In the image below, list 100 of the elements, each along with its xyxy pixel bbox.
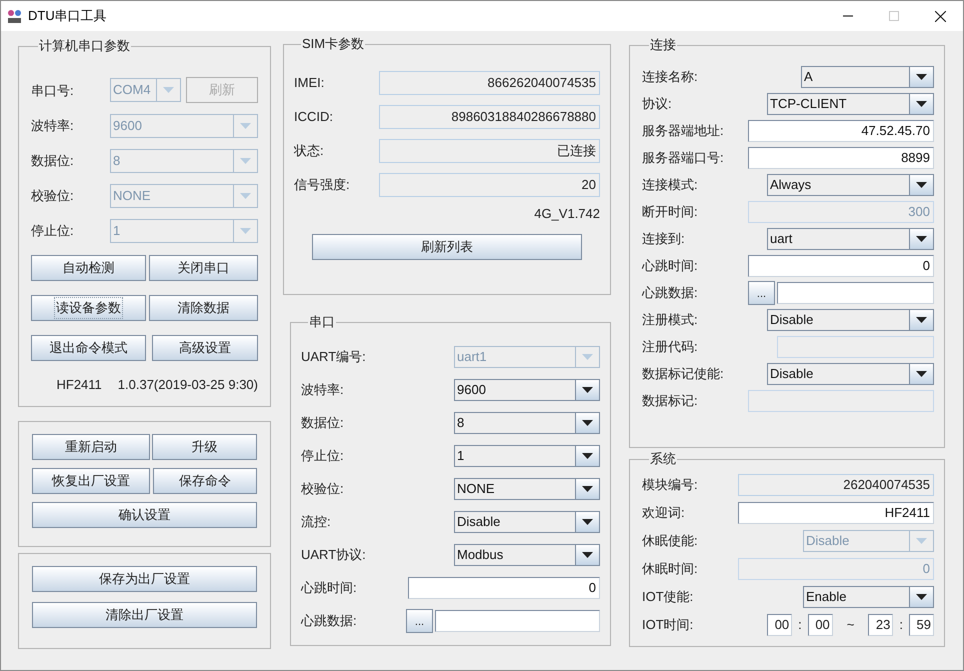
window-title: DTU串口工具 [28,7,107,26]
group-title: 连接 [649,37,677,53]
firmware-version: 4G_V1.742 [534,205,600,223]
field-label: 停止位: [301,446,344,465]
action-button[interactable]: 确认设置 [32,502,257,528]
field-label: 波特率: [301,380,344,399]
caret-icon [916,316,927,322]
edit-data-button[interactable]: ... [748,280,775,304]
readonly-field: 866262040074535 [379,71,600,95]
close-icon [934,10,946,22]
field-label: 心跳时间: [642,256,698,275]
caret-icon [582,420,593,426]
caret-icon [582,386,593,392]
action-button[interactable]: 关闭串口 [149,255,258,281]
caret-icon [582,452,593,458]
dropdown[interactable]: 1 [454,444,600,466]
action-button[interactable]: 升级 [152,434,257,460]
time-separator: : [797,616,803,634]
caret-icon [582,518,593,524]
field-label: 心跳数据: [642,284,698,302]
caret-icon [916,236,927,242]
time-separator: : [898,616,904,634]
caret-icon [916,538,927,544]
caret-icon [163,87,174,93]
model-text: HF2411 [56,376,102,394]
field-label: 注册模式: [642,310,698,329]
input-field[interactable]: 8899 [748,146,934,168]
time-separator: ~ [846,616,856,634]
dropdown[interactable]: uart [767,228,934,250]
caret-icon [582,354,593,360]
caret-icon [240,228,251,234]
dropdown[interactable]: Disable [454,510,600,532]
caret-icon [582,552,593,558]
action-button[interactable]: 保存命令 [153,468,257,494]
caret-icon [240,122,251,128]
action-button[interactable]: 保存为出厂设置 [32,566,257,592]
readonly-field: 89860318840286678880 [379,105,600,129]
dropdown[interactable]: 9600 [454,378,600,400]
dropdown[interactable]: A [801,66,934,88]
caret-icon [916,594,927,600]
edit-data-button[interactable]: ... [406,608,433,632]
field-label: ICCID: [294,108,333,126]
field-label: 休眠使能: [642,532,698,550]
field-label: 断开时间: [642,202,698,221]
field-label: 心跳数据: [301,612,357,630]
action-button[interactable]: 清除出厂设置 [32,602,257,628]
dropdown[interactable]: Enable [803,586,934,608]
action-button[interactable]: 退出命令模式 [31,335,146,361]
caret-icon [916,182,927,188]
action-button[interactable]: 清除数据 [149,295,258,321]
caret-icon [240,192,251,198]
field-label: 心跳时间: [301,578,357,597]
app-logo-icon [7,8,22,24]
input-field[interactable]: 0 [748,254,934,276]
field-label: 信号强度: [294,176,350,194]
field-label: 协议: [642,94,672,113]
input-field[interactable] [777,282,934,304]
field-label: UART协议: [301,546,366,564]
dropdown[interactable]: Modbus [454,544,600,566]
dropdown[interactable]: 8 [454,412,600,434]
readonly-field: 已连接 [379,139,600,163]
maximize-icon [889,11,899,21]
time-field[interactable]: 00 [808,614,833,636]
field-label: 校验位: [301,480,344,498]
field-label: 流控: [301,512,331,531]
group-title: 系统 [649,451,677,467]
field-label: 校验位: [31,186,74,205]
field-label: 波特率: [31,116,74,135]
dropdown[interactable]: NONE [454,478,600,500]
action-button[interactable]: 高级设置 [152,335,258,361]
field-label: 数据位: [301,414,344,432]
action-button[interactable]: 读设备参数 [31,295,146,321]
field-label: 模块编号: [642,476,698,494]
dropdown[interactable]: TCP-CLIENT [767,92,934,114]
action-button[interactable]: 重新启动 [32,434,150,460]
field-label: 休眠时间: [642,560,698,578]
group-title: SIM卡参数 [301,36,366,52]
action-button[interactable]: 恢复出厂设置 [32,468,150,494]
input-field[interactable]: 0 [408,576,600,598]
time-field[interactable]: 23 [868,614,894,636]
group-title: 串口 [308,314,336,330]
caret-icon [240,158,251,164]
group-title: 计算机串口参数 [38,38,131,54]
field-label: IOT使能: [642,588,694,606]
dropdown[interactable]: Always [767,174,934,196]
time-field[interactable]: 00 [767,614,792,636]
readonly-field: 20 [379,173,600,197]
caret-icon [916,370,927,376]
field-label: IOT时间: [642,616,694,634]
time-field[interactable]: 59 [909,614,934,636]
field-label: 注册代码: [642,338,698,356]
refresh-list-button[interactable]: 刷新列表 [312,234,582,260]
field-label: 数据标记使能: [642,364,724,383]
dropdown[interactable]: Disable [767,362,934,384]
input-field[interactable]: 47.52.45.70 [748,120,934,142]
input-field[interactable]: HF2411 [738,502,934,524]
input-field[interactable] [435,610,600,632]
action-button[interactable]: 自动检测 [31,255,146,281]
readonly-field: 262040074535 [738,474,934,496]
dropdown[interactable]: Disable [767,308,934,330]
